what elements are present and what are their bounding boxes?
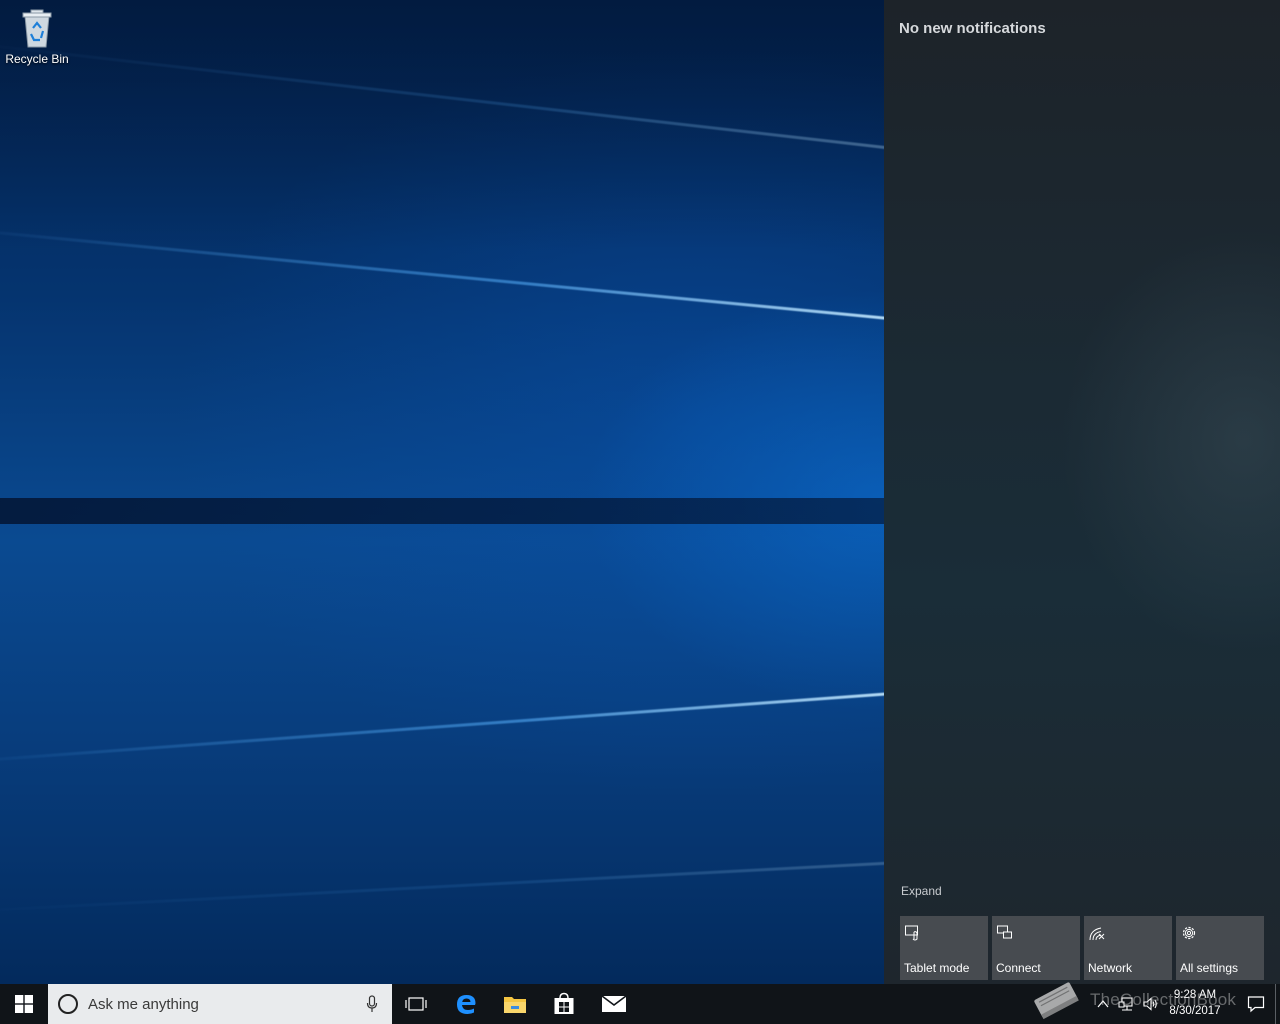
task-view-button[interactable] (392, 984, 440, 1024)
wallpaper-light-beam (0, 690, 921, 765)
taskbar-edge[interactable] (442, 984, 490, 1024)
gear-icon (1182, 926, 1196, 940)
quick-action-connect[interactable]: Connect (992, 916, 1080, 980)
quick-action-label: Network (1088, 961, 1133, 975)
watermark-text: TheCollectionBook (1090, 990, 1237, 1009)
windows-logo-icon (15, 995, 33, 1013)
start-button[interactable] (0, 984, 48, 1024)
taskbar-file-explorer[interactable] (491, 984, 539, 1024)
microphone-icon[interactable] (366, 995, 378, 1013)
quick-action-label: Connect (996, 961, 1041, 975)
file-explorer-icon (504, 997, 526, 1013)
show-desktop-button[interactable] (1275, 984, 1276, 1024)
tablet-mode-icon (905, 925, 918, 941)
taskbar-mail[interactable] (590, 984, 638, 1024)
search-placeholder: Ask me anything (88, 996, 199, 1013)
recycle-bin-icon (22, 9, 52, 48)
quick-action-label: All settings (1180, 961, 1239, 975)
edge-icon (457, 995, 476, 1014)
quick-actions: Tablet mode Connect Network All settings (900, 916, 1264, 980)
wallpaper-dark-band (0, 498, 884, 524)
quick-action-network[interactable]: Network (1084, 916, 1172, 980)
wallpaper-light-beam (0, 860, 921, 915)
task-view-icon (405, 997, 427, 1011)
quick-action-tablet-mode[interactable]: Tablet mode (900, 916, 988, 980)
cortana-icon[interactable] (58, 994, 78, 1014)
book-icon (1034, 982, 1079, 1020)
mail-icon (601, 995, 627, 1012)
quick-action-label: Tablet mode (904, 961, 970, 975)
watermark: TheCollectionBook (1030, 976, 1270, 1024)
wallpaper-shade (0, 0, 884, 250)
desktop-icon-recycle-bin[interactable]: Recycle Bin (4, 6, 70, 76)
store-icon (554, 992, 574, 1014)
connect-icon (997, 925, 1012, 939)
notifications-status: No new notifications (899, 20, 1046, 37)
search-box[interactable]: Ask me anything (48, 984, 392, 1024)
expand-link[interactable]: Expand (901, 884, 942, 898)
taskbar-store[interactable] (540, 984, 588, 1024)
network-icon (1089, 927, 1105, 941)
quick-action-all-settings[interactable]: All settings (1176, 916, 1264, 980)
action-center-panel: No new notifications Expand Tablet mode … (884, 0, 1280, 984)
desktop-icon-label: Recycle Bin (5, 52, 69, 66)
